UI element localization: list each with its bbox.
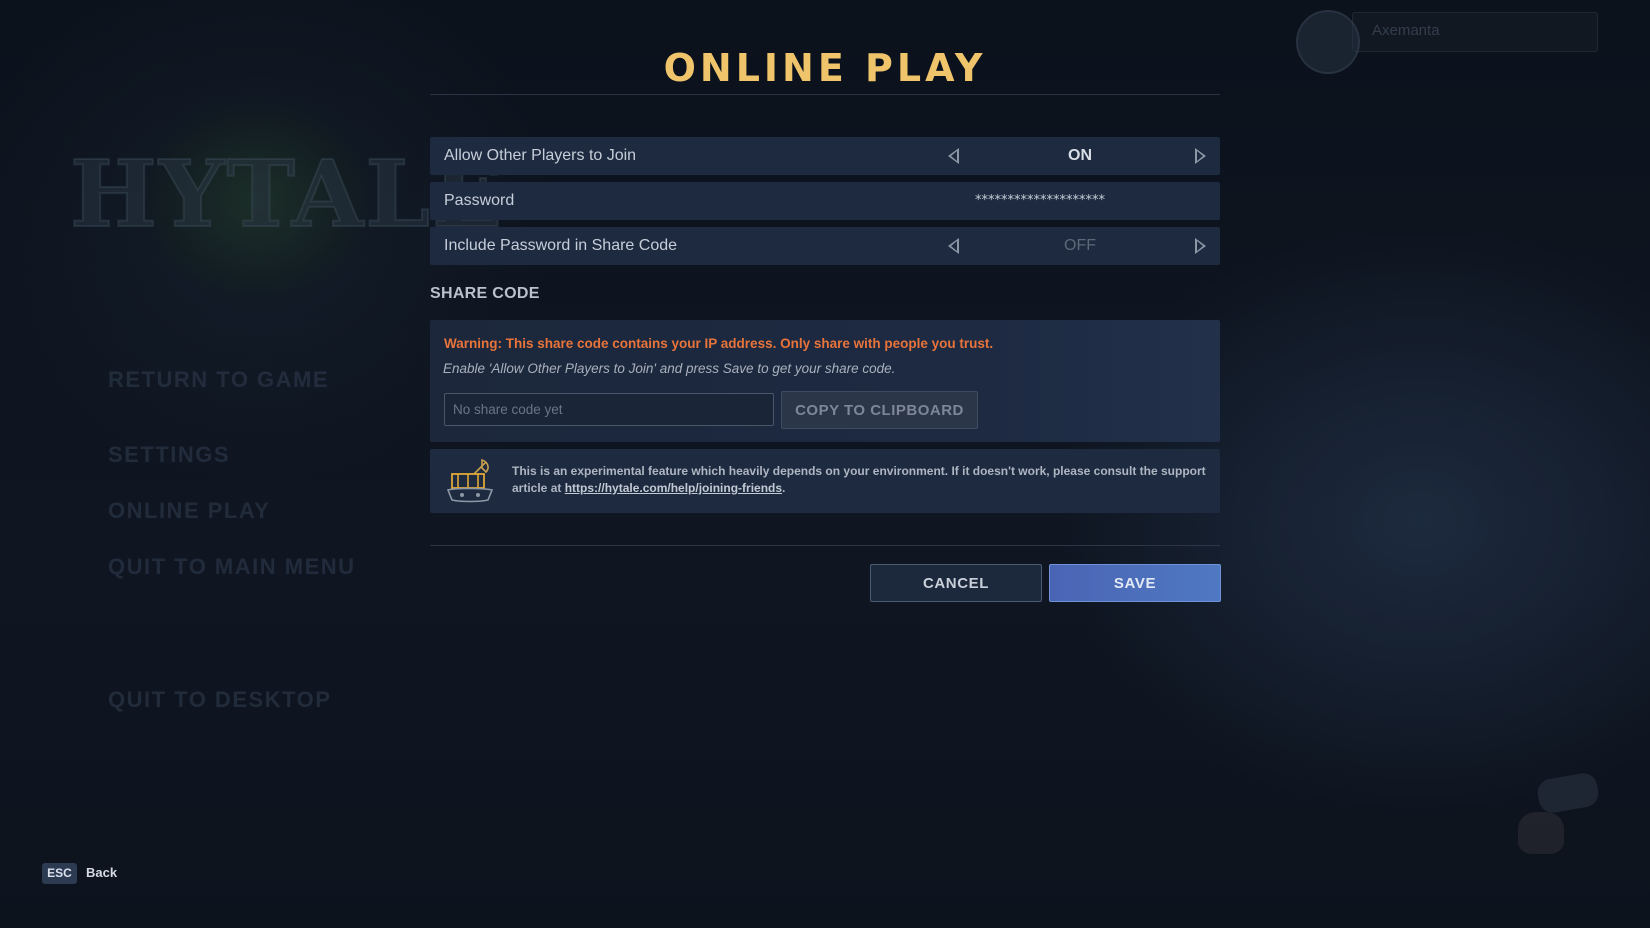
bg-menu-item-quit-to-desktop: QUIT TO DESKTOP (108, 687, 332, 712)
footer-divider (430, 545, 1220, 546)
ip-warning: Warning: This share code contains your I… (444, 336, 994, 351)
bg-menu-item-online-play: ONLINE PLAY (108, 498, 271, 523)
setting-label: Password (444, 192, 515, 209)
experimental-notice-text: This is an experimental feature which he… (512, 463, 1212, 497)
share-code-hint: Enable 'Allow Other Players to Join' and… (443, 361, 896, 376)
mascot-icon (1508, 771, 1601, 856)
cancel-button[interactable]: CANCEL (870, 564, 1042, 602)
experimental-notice: This is an experimental feature which he… (430, 449, 1220, 513)
user-profile: Axemanta (1296, 10, 1598, 74)
share-code-heading: SHARE CODE (430, 285, 540, 302)
setting-value: ON (1068, 147, 1092, 164)
setting-include-password: Include Password in Share Code OFF (430, 227, 1220, 265)
mascot-body (1518, 812, 1564, 854)
password-field[interactable]: ******************** (930, 182, 1150, 220)
title-divider (430, 94, 1220, 95)
save-button[interactable]: SAVE (1049, 564, 1221, 602)
previous-arrow-icon[interactable] (948, 148, 959, 164)
construction-icon (446, 458, 494, 503)
bg-menu-item-return-to-game: RETURN TO GAME (108, 367, 330, 392)
background-menu: HYTALE RETURN TO GAME SETTINGS ONLINE PL… (0, 0, 503, 928)
setting-label: Allow Other Players to Join (444, 147, 637, 164)
hytale-logo: HYTALE (62, 100, 503, 310)
bg-menu-item-quit-to-main-menu: QUIT TO MAIN MENU (108, 554, 356, 579)
bg-menu-item-settings: SETTINGS (108, 442, 231, 467)
setting-password[interactable]: Password ******************** (430, 182, 1220, 220)
notice-suffix: . (782, 481, 786, 495)
setting-allow-other-players: Allow Other Players to Join ON (430, 137, 1220, 175)
avatar (1296, 10, 1360, 74)
username: Axemanta (1372, 22, 1440, 39)
next-arrow-icon[interactable] (1195, 148, 1206, 164)
share-code-panel: Warning: This share code contains your I… (430, 320, 1220, 442)
next-arrow-icon[interactable] (1195, 238, 1206, 254)
support-article-link[interactable]: https://hytale.com/help/joining-friends (565, 481, 782, 495)
setting-value: OFF (1064, 237, 1096, 254)
speech-bubble-icon (1535, 771, 1601, 815)
online-play-dialog: ONLINE PLAY Allow Other Players to Join … (430, 0, 1221, 928)
copy-to-clipboard-button[interactable]: COPY TO CLIPBOARD (781, 391, 978, 429)
setting-label: Include Password in Share Code (444, 237, 678, 254)
page-title: ONLINE PLAY (663, 46, 987, 90)
esc-key-badge: ESC (42, 863, 77, 884)
previous-arrow-icon[interactable] (948, 238, 959, 254)
back-label: Back (86, 865, 118, 880)
share-code-input[interactable] (444, 393, 774, 426)
